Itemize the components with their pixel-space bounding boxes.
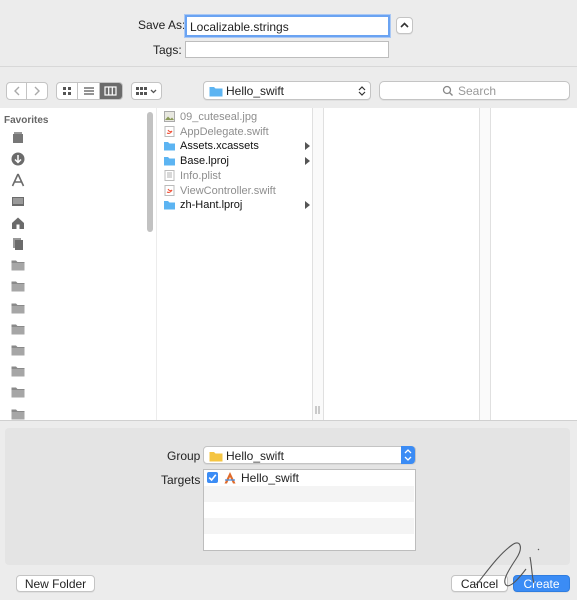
- file-row[interactable]: AppDelegate.swift: [157, 125, 312, 139]
- chevron-up-icon: [400, 22, 409, 28]
- folder-icon: [209, 87, 223, 97]
- grid-icon: [63, 87, 72, 95]
- save-as-value: Localizable.strings: [190, 20, 289, 34]
- file-row[interactable]: Info.plist: [157, 169, 312, 183]
- all-my-files-icon[interactable]: [11, 131, 25, 145]
- disclosure-arrow-icon: [305, 157, 310, 166]
- empty-column: [491, 108, 577, 420]
- disclosure-arrow-icon: [305, 142, 310, 151]
- column-resize-strip[interactable]: [480, 108, 490, 420]
- folder-icon[interactable]: [11, 385, 25, 399]
- list-icon: [83, 87, 94, 95]
- disclosure-arrow-icon: [305, 201, 310, 210]
- downloads-icon[interactable]: [11, 152, 25, 166]
- applications-icon[interactable]: [11, 173, 25, 187]
- icon-view-button[interactable]: [57, 83, 79, 99]
- chevron-left-icon: [13, 86, 20, 96]
- tags-field[interactable]: [185, 41, 389, 58]
- checkmark-icon: [208, 474, 217, 482]
- home-icon[interactable]: [11, 216, 25, 230]
- target-row[interactable]: Hello_swift: [204, 470, 414, 486]
- folder-icon[interactable]: [11, 343, 25, 357]
- updown-icon: [404, 449, 412, 461]
- location-label: Hello_swift: [226, 84, 285, 98]
- file-column: 09_cuteseal.jpg AppDelegate.swift Assets.x…: [157, 108, 312, 420]
- updown-icon: [358, 86, 366, 96]
- target-checkbox[interactable]: [207, 472, 218, 483]
- file-name: Base.lproj: [180, 155, 229, 168]
- forward-button[interactable]: [27, 83, 47, 99]
- file-name: Info.plist: [180, 169, 221, 182]
- sidebar-scrollbar[interactable]: [147, 112, 153, 232]
- sidebar-heading: Favorites: [4, 115, 49, 126]
- location-popup[interactable]: Hello_swift: [203, 81, 371, 100]
- group-popup-stepper: [401, 446, 415, 464]
- target-row-empty: [204, 518, 414, 534]
- file-row[interactable]: 09_cuteseal.jpg: [157, 110, 312, 124]
- targets-label: Targets: [161, 473, 201, 487]
- file-name: Assets.xcassets: [180, 140, 259, 153]
- folder-icon: [164, 157, 175, 166]
- search-icon: [442, 85, 453, 96]
- search-placeholder: Search: [458, 84, 497, 98]
- header-divider: [0, 66, 577, 67]
- arrange-icon: [135, 87, 156, 95]
- view-mode-control: [56, 82, 123, 100]
- folder-icon: [209, 452, 223, 462]
- back-button[interactable]: [7, 83, 28, 99]
- documents-icon[interactable]: [11, 237, 25, 251]
- file-name: AppDelegate.swift: [180, 125, 269, 138]
- file-name: zh-Hant.lproj: [180, 199, 243, 212]
- tags-label: Tags:: [153, 43, 182, 57]
- folder-row[interactable]: Base.lproj: [157, 154, 312, 168]
- folder-row[interactable]: zh-Hant.lproj: [157, 198, 312, 212]
- resize-handle-icon: [315, 406, 320, 414]
- swift-file-icon: [164, 125, 175, 137]
- new-folder-button[interactable]: New Folder: [16, 575, 95, 592]
- group-popup[interactable]: Hello_swift: [203, 446, 416, 464]
- arrange-button[interactable]: [131, 82, 162, 100]
- save-as-label: Save As:: [138, 18, 186, 32]
- image-file-icon: [164, 111, 175, 122]
- search-field[interactable]: Search: [379, 81, 570, 100]
- column-resize-strip[interactable]: [313, 108, 323, 420]
- group-label: Group: [167, 449, 201, 463]
- chevron-right-icon: [34, 86, 41, 96]
- target-name: Hello_swift: [241, 471, 300, 485]
- signature-watermark: [475, 542, 540, 587]
- app-target-icon: [224, 472, 236, 484]
- column-view-button[interactable]: [99, 83, 122, 99]
- folder-icon[interactable]: [11, 258, 25, 272]
- targets-list: Hello_swift: [203, 469, 416, 551]
- save-as-field[interactable]: Localizable.strings: [185, 15, 390, 37]
- list-view-button[interactable]: [78, 83, 100, 99]
- columns-icon: [104, 86, 117, 96]
- empty-column: [324, 108, 479, 420]
- sidebar: Favorites: [0, 108, 156, 420]
- plist-file-icon: [164, 169, 175, 181]
- folder-icon: [164, 201, 175, 210]
- swift-file-icon: [164, 184, 175, 196]
- folder-icon[interactable]: [11, 364, 25, 378]
- folder-icon[interactable]: [11, 301, 25, 315]
- browser-bottom-border: [0, 420, 577, 421]
- desktop-icon[interactable]: [11, 195, 25, 209]
- target-row-empty: [204, 534, 414, 550]
- folder-icon[interactable]: [11, 407, 25, 421]
- folder-row[interactable]: Assets.xcassets: [157, 139, 312, 153]
- file-row[interactable]: ViewController.swift: [157, 184, 312, 198]
- new-folder-label: New Folder: [24, 577, 87, 591]
- target-row-empty: [204, 486, 414, 502]
- folder-icon[interactable]: [11, 279, 25, 293]
- folder-icon: [164, 142, 175, 151]
- collapse-button[interactable]: [396, 17, 413, 34]
- group-value: Hello_swift: [226, 449, 285, 463]
- back-forward-control: [6, 82, 48, 100]
- file-name: 09_cuteseal.jpg: [180, 111, 258, 123]
- folder-icon[interactable]: [11, 322, 25, 336]
- file-name: ViewController.swift: [180, 184, 276, 197]
- target-row-empty: [204, 502, 414, 518]
